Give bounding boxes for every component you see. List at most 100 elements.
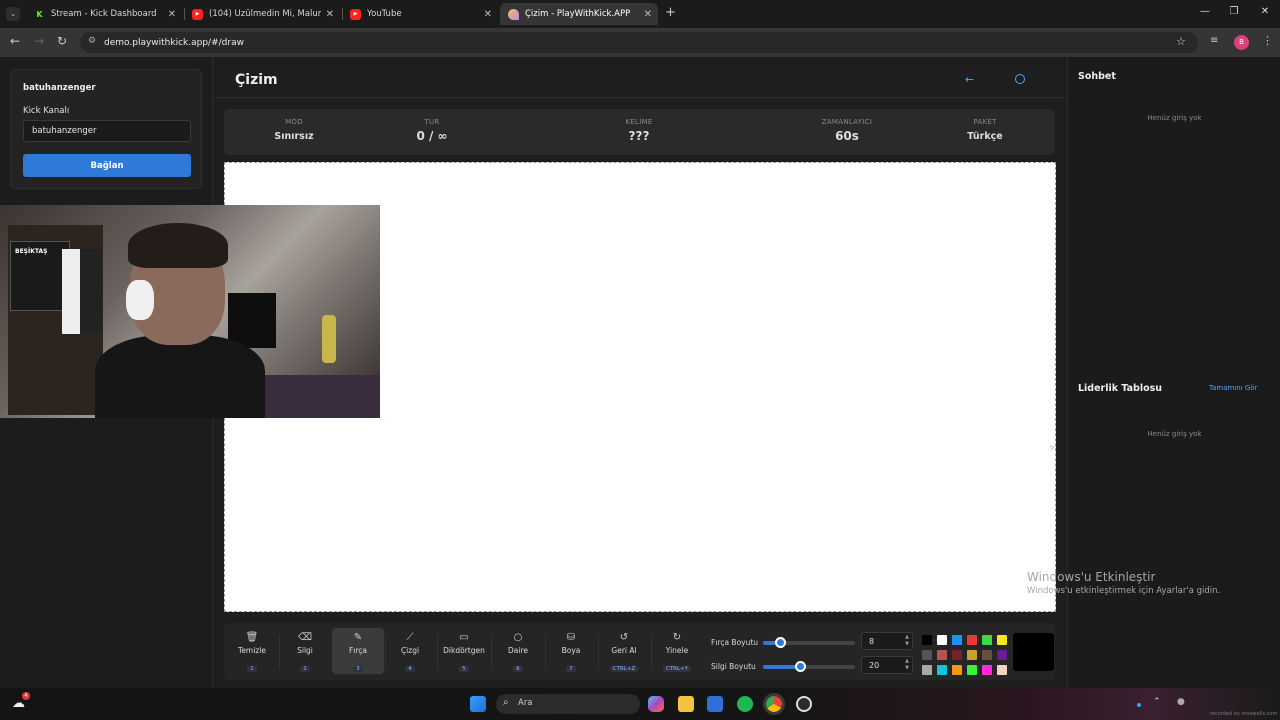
eraser-size-slider[interactable]	[763, 661, 855, 672]
trash-icon: 🗑	[245, 632, 259, 643]
color-swatch[interactable]	[937, 635, 947, 645]
tab-title: (104) Üzülmedin Mi, Malum, Se	[209, 9, 321, 19]
color-swatch[interactable]	[997, 650, 1007, 660]
color-swatch[interactable]	[937, 650, 947, 660]
recorder-note: recorded by moewalls.com	[1210, 711, 1278, 717]
color-swatch[interactable]	[922, 635, 932, 645]
tool-bucket[interactable]: ⛁ Boya 7	[545, 632, 597, 672]
tool-label: Yinele	[665, 646, 689, 655]
brush-size-slider[interactable]	[763, 637, 855, 648]
restore-icon[interactable]: ❐	[1224, 6, 1244, 17]
tool-circle[interactable]: ○ Daire 6	[492, 632, 544, 672]
color-swatch[interactable]	[937, 665, 947, 675]
reload-icon[interactable]: ↻	[53, 34, 71, 48]
stat-key: ZAMANLAYICI	[821, 118, 873, 126]
tab-cizim[interactable]: Çizim - PlayWithKick.APP ✕	[500, 3, 658, 25]
window-close-icon[interactable]: ✕	[1255, 6, 1275, 17]
spin-arrows-icon[interactable]: ▲ ▼	[905, 634, 909, 648]
tray-mic-icon[interactable]: ●	[1177, 697, 1185, 707]
color-swatch[interactable]	[922, 665, 932, 675]
color-swatch[interactable]	[982, 635, 992, 645]
close-tab-icon[interactable]: ✕	[326, 9, 334, 20]
color-swatch[interactable]	[967, 635, 977, 645]
stat-value: 0 / ∞	[416, 129, 448, 143]
obs-icon[interactable]	[796, 696, 812, 712]
brush-size-input[interactable]: 8 ▲ ▼	[861, 632, 913, 650]
color-swatch[interactable]	[922, 650, 932, 660]
notification-badge: 4	[22, 692, 30, 700]
spotify-icon[interactable]	[737, 696, 753, 712]
eraser-size-value: 20	[869, 661, 880, 670]
minimize-icon[interactable]: —	[1195, 6, 1215, 17]
spin-arrows-icon[interactable]: ▲ ▼	[905, 658, 909, 672]
page-title: Çizim	[235, 72, 278, 88]
slider-thumb[interactable]	[774, 637, 786, 648]
leaderboard-see-all-link[interactable]: Tamamını Gör	[1209, 384, 1257, 392]
connect-button[interactable]: Bağlan	[23, 154, 191, 177]
tray-arrow-icon[interactable]: ⌃	[1153, 697, 1161, 707]
color-swatch[interactable]	[982, 650, 992, 660]
tool-eraser[interactable]: ⌫ Silgi 2	[279, 632, 331, 672]
address-bar[interactable]: ⚙ demo.playwithkick.app/#/draw ☆	[80, 32, 1198, 53]
shortcut-badge: 2	[300, 666, 310, 672]
back-arrow-icon[interactable]: ←	[965, 73, 974, 86]
store-icon[interactable]	[707, 696, 723, 712]
bookmark-star-icon[interactable]: ☆	[1176, 35, 1186, 48]
weather-icon[interactable]: ☁ 4	[12, 692, 30, 711]
watermark-line-1: Windows'u Etkinleştir	[1027, 570, 1156, 584]
color-swatch[interactable]	[952, 665, 962, 675]
tool-brush[interactable]: ✎ Fırça 3	[332, 628, 384, 674]
back-icon[interactable]: ←	[6, 34, 24, 48]
chat-empty-note: Henüz giriş yok	[1147, 114, 1202, 122]
tool-trash[interactable]: 🗑 Temizle 1	[226, 632, 278, 672]
color-swatch[interactable]	[982, 665, 992, 675]
channel-label: Kick Kanalı	[23, 106, 70, 116]
tool-undo[interactable]: ↺ Geri Al CTRL+Z	[598, 632, 650, 672]
tab-kick-dashboard[interactable]: K Stream - Kick Dashboard ✕	[26, 3, 182, 25]
media-controls-icon[interactable]: ≡	[1210, 35, 1218, 46]
stat-round: TUR 0 / ∞	[416, 118, 447, 143]
color-swatch[interactable]	[952, 650, 962, 660]
youtube-icon: ▶	[350, 8, 361, 20]
shortcut-badge: 7	[566, 666, 576, 672]
close-tab-icon[interactable]: ✕	[644, 9, 652, 20]
channel-input[interactable]	[23, 120, 191, 142]
chrome-icon[interactable]	[763, 693, 785, 715]
color-swatch[interactable]	[967, 650, 977, 660]
tool-redo[interactable]: ↻ Yinele CTRL+Y	[651, 632, 703, 672]
color-swatch[interactable]	[967, 665, 977, 675]
color-swatch[interactable]	[997, 665, 1007, 675]
redo-icon: ↻	[672, 632, 682, 643]
taskbar: ☁ 4 ⌕ Ara ⌃ ●	[0, 688, 1280, 720]
playwithkick-icon	[508, 8, 519, 20]
tool-label: Çizgi	[400, 646, 420, 655]
tool-label: Boya	[561, 646, 581, 655]
stat-timer: ZAMANLAYICI 60s	[822, 118, 873, 143]
taskbar-search[interactable]: ⌕ Ara	[496, 694, 640, 714]
eraser-icon: ⌫	[297, 632, 313, 643]
profile-avatar[interactable]: B	[1234, 35, 1249, 50]
color-swatch[interactable]	[952, 635, 962, 645]
close-tab-icon[interactable]: ✕	[484, 9, 492, 20]
stat-value: Türkçe	[967, 131, 1003, 142]
close-tab-icon[interactable]: ✕	[168, 9, 176, 20]
slider-thumb[interactable]	[794, 661, 806, 672]
tool-line[interactable]: ⟋ Çizgi 4	[384, 632, 436, 672]
tab-youtube[interactable]: ▶ YouTube ✕	[342, 3, 498, 25]
tool-rectangle[interactable]: ▭ Dikdörtgen 5	[438, 632, 490, 672]
site-info-icon[interactable]: ⚙	[88, 36, 96, 46]
file-explorer-icon[interactable]	[678, 696, 694, 712]
browser-menu-icon[interactable]: ⋮	[1262, 34, 1273, 47]
copilot-icon[interactable]	[648, 696, 664, 712]
help-icon[interactable]	[1015, 74, 1025, 84]
start-icon[interactable]	[470, 696, 486, 712]
circle-icon: ○	[513, 632, 523, 643]
color-swatch[interactable]	[997, 635, 1007, 645]
stat-key: MOD	[285, 118, 303, 126]
new-tab-button[interactable]: +	[665, 5, 676, 20]
eraser-size-label: Silgi Boyutu	[711, 662, 756, 671]
eraser-size-input[interactable]: 20 ▲ ▼	[861, 656, 913, 674]
forward-icon[interactable]: →	[30, 34, 48, 48]
tab-youtube-video[interactable]: ▶ (104) Üzülmedin Mi, Malum, Se ✕	[184, 3, 340, 25]
tab-search-button[interactable]: ⌄	[6, 7, 20, 21]
